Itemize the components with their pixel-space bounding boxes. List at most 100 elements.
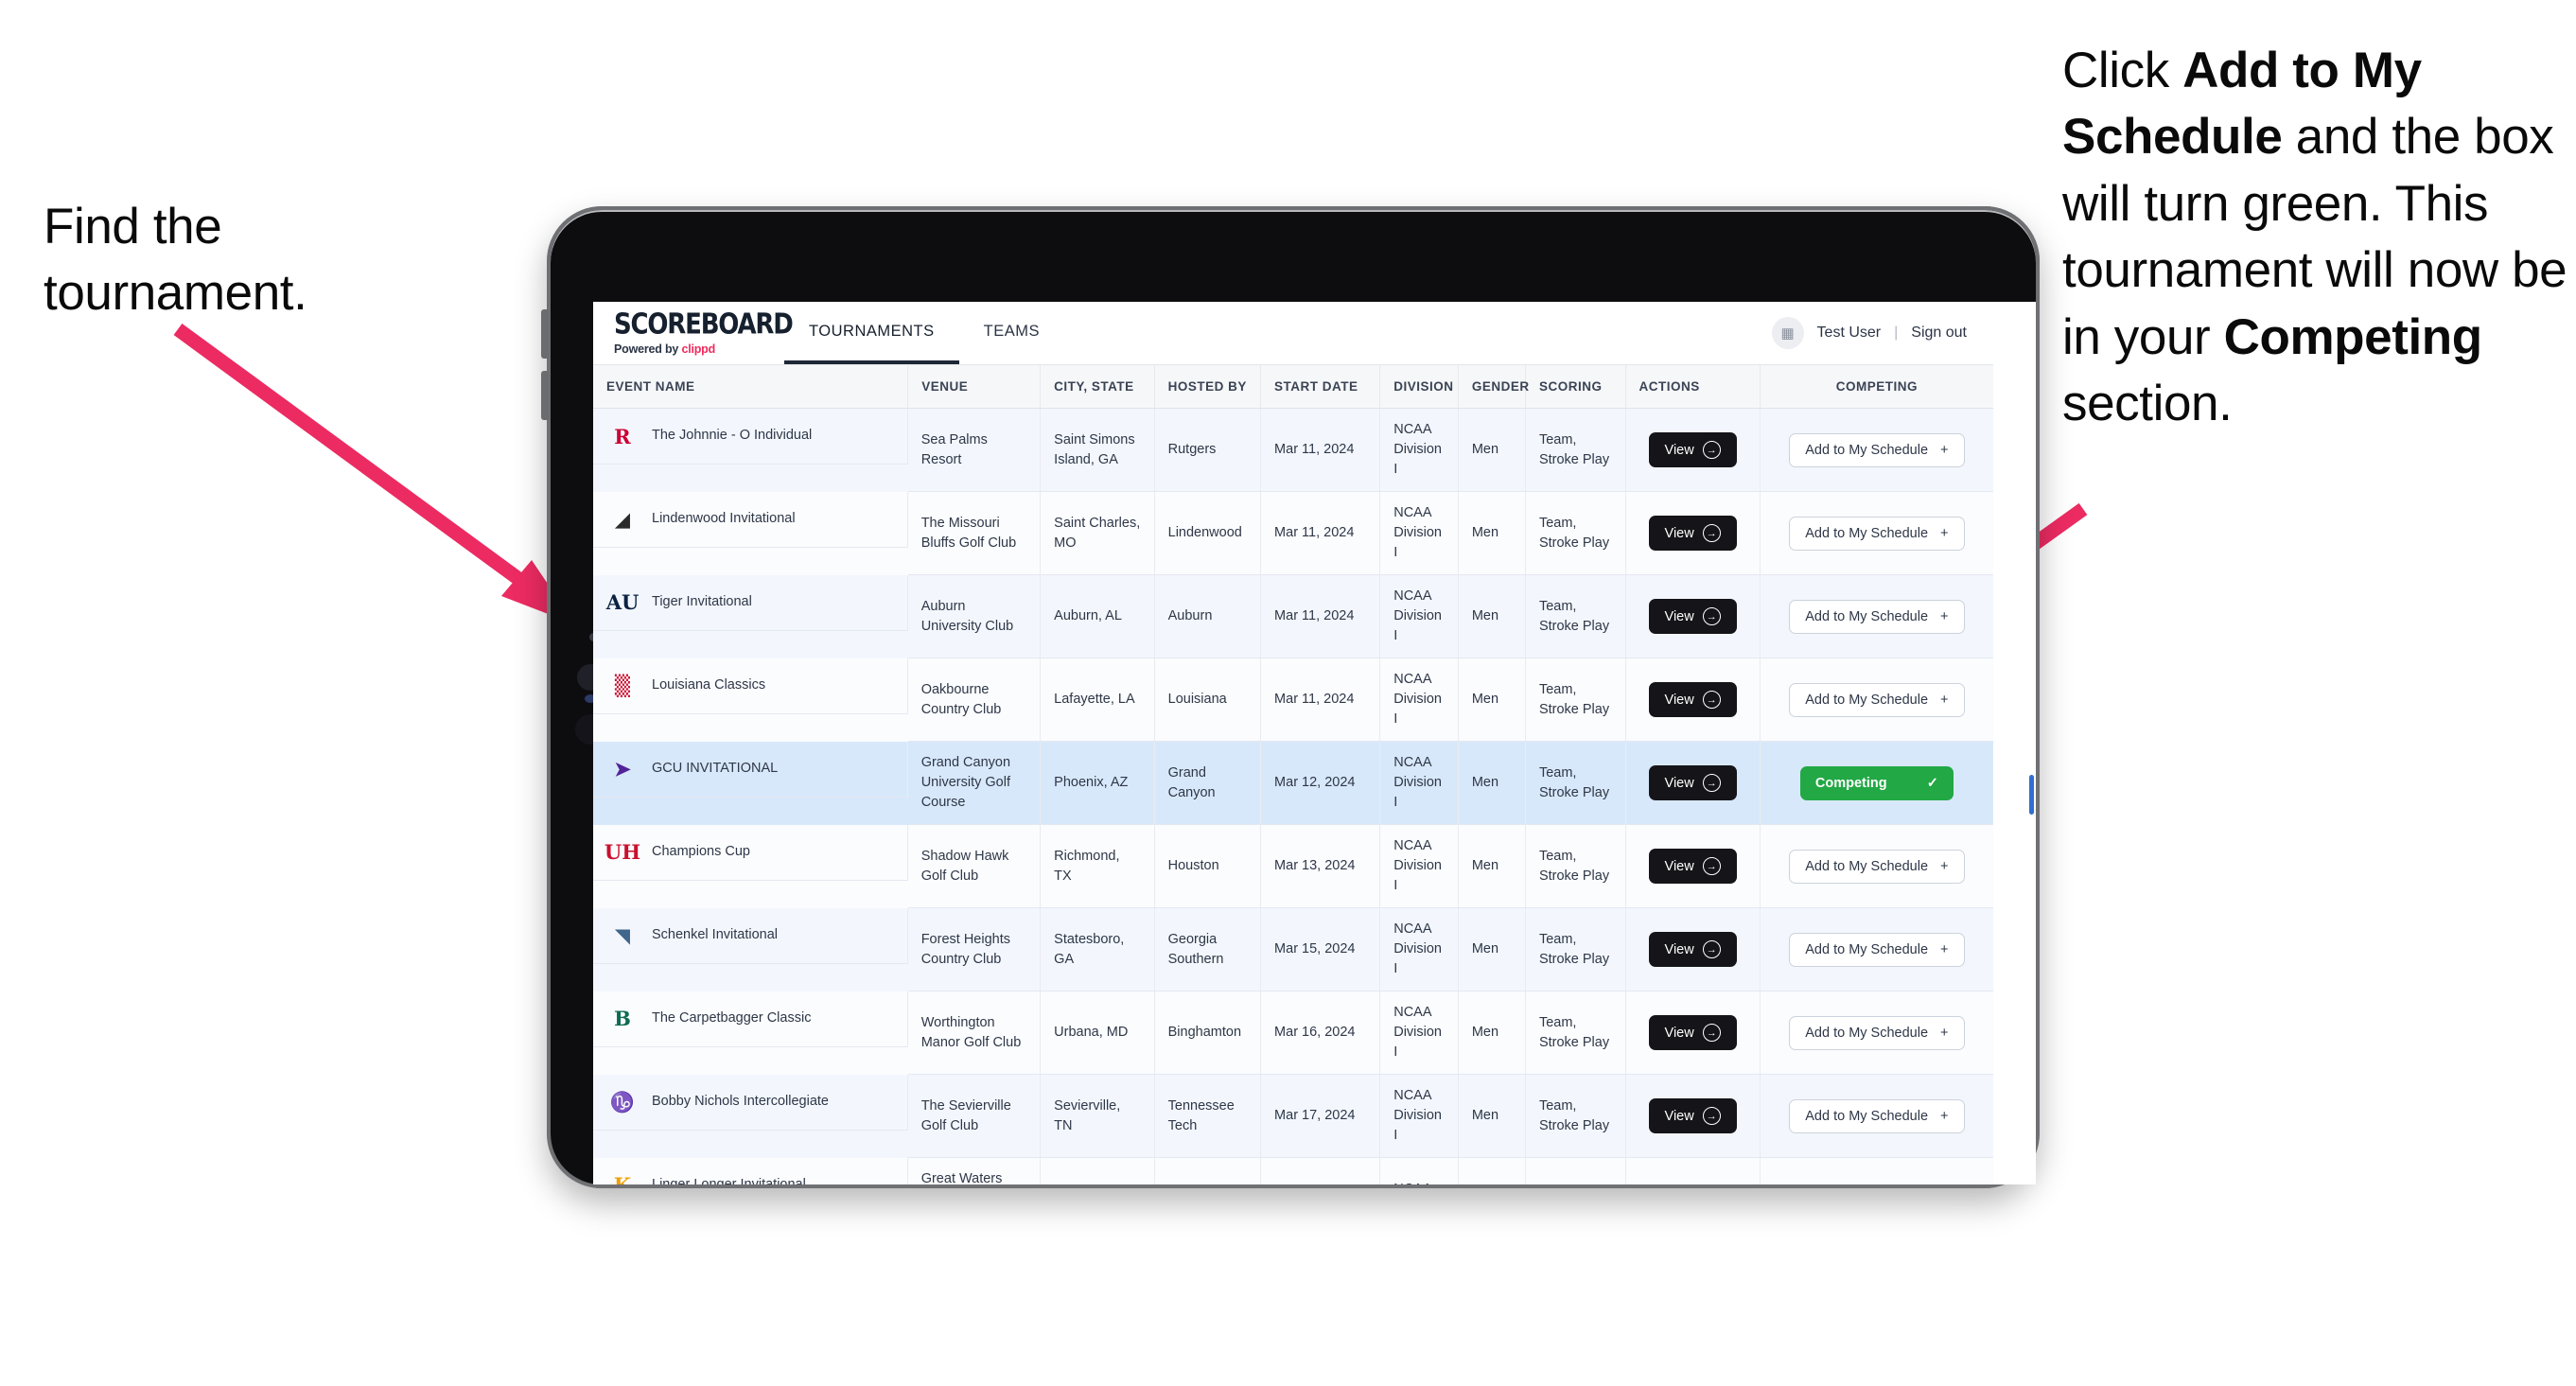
volume-up-button[interactable]: [541, 309, 550, 359]
add-to-my-schedule-button[interactable]: Add to My Schedule +: [1789, 432, 1965, 467]
team-logo-icon: AU: [605, 590, 640, 615]
table-row[interactable]: K Linger Longer Invitational Great Waters …: [593, 1157, 1993, 1184]
table-row[interactable]: ◥ Schenkel Invitational Forest Heights Cou…: [593, 907, 1993, 992]
column-header-division[interactable]: DIVISION: [1379, 365, 1459, 409]
scoreboard-app: SCOREBOARD Powered by clippd TOURNAMENTS…: [593, 302, 2034, 1184]
check-icon: ✓: [1926, 775, 1938, 791]
arrow-right-circle-icon: →: [1702, 441, 1721, 460]
column-header-city-state[interactable]: CITY, STATE: [1040, 365, 1155, 409]
view-button[interactable]: View →: [1648, 599, 1737, 635]
view-button-label: View: [1664, 608, 1694, 624]
cell-competing: Competing ✓: [1760, 741, 1993, 826]
event-name-label: Champions Cup: [652, 844, 750, 860]
view-button-label: View: [1664, 442, 1694, 458]
sign-out-link[interactable]: Sign out: [1911, 325, 1967, 342]
view-button-label: View: [1664, 1108, 1694, 1124]
cell-scoring: Team, Stroke Play: [1525, 741, 1626, 826]
cell-division: NCAA Division I: [1379, 408, 1459, 493]
competing-label: Competing: [1814, 775, 1887, 791]
table-row[interactable]: AU Tiger Invitational Auburn University Cl…: [593, 574, 1993, 659]
cell-division: NCAA Division I: [1379, 574, 1459, 659]
table-row[interactable]: ▒ Louisiana Classics Oakbourne Country Clu…: [593, 658, 1993, 743]
table-row[interactable]: ➤ GCU INVITATIONAL Grand Canyon University…: [593, 741, 1993, 826]
cell-scoring: Team, Stroke Play: [1525, 907, 1626, 992]
column-header-venue[interactable]: VENUE: [907, 365, 1042, 409]
cell-venue: Oakbourne Country Club: [907, 658, 1042, 743]
table-row[interactable]: UH Champions Cup Shadow Hawk Golf Club Rich…: [593, 824, 1993, 909]
table-row[interactable]: ◢ Lindenwood Invitational The Missouri Blu…: [593, 491, 1993, 576]
add-to-my-schedule-label: Add to My Schedule: [1805, 1108, 1929, 1124]
column-header-gender[interactable]: GENDER: [1458, 365, 1529, 409]
add-to-my-schedule-button[interactable]: Add to My Schedule +: [1789, 1015, 1965, 1050]
view-button[interactable]: View →: [1648, 1098, 1737, 1134]
column-header-event-name[interactable]: EVENT NAME: [593, 365, 909, 409]
view-button[interactable]: View →: [1648, 1015, 1737, 1051]
column-header-actions[interactable]: ACTIONS: [1625, 365, 1761, 409]
arrow-right-circle-icon: →: [1702, 940, 1721, 959]
table-row[interactable]: R The Johnnie - O Individual Sea Palms Res…: [593, 408, 1993, 493]
cell-actions: View→: [1625, 741, 1761, 826]
tab-tournaments[interactable]: TOURNAMENTS: [784, 302, 959, 364]
table-row[interactable]: B The Carpetbagger Classic Worthington Man…: [593, 991, 1993, 1076]
add-to-my-schedule-button[interactable]: Add to My Schedule +: [1789, 1098, 1965, 1133]
add-to-my-schedule-button[interactable]: Add to My Schedule +: [1789, 599, 1965, 634]
cell-division: NCAA Division I: [1379, 991, 1459, 1076]
cell-start-date: Mar 11, 2024: [1260, 491, 1381, 576]
column-header-competing[interactable]: COMPETING: [1760, 365, 1993, 409]
user-avatar-icon[interactable]: ▦: [1771, 317, 1804, 349]
vertical-scrollbar[interactable]: [2029, 775, 2034, 815]
event-name-label: Linger Longer Invitational: [652, 1175, 806, 1184]
cell-venue: Forest Heights Country Club: [907, 907, 1042, 992]
cell-start-date: Mar 11, 2024: [1260, 658, 1381, 743]
event-name-label: GCU INVITATIONAL: [652, 761, 779, 777]
view-button[interactable]: View →: [1648, 849, 1737, 885]
brand-logo[interactable]: SCOREBOARD Powered by clippd: [593, 302, 794, 364]
cell-city-state: Lafayette, LA: [1040, 658, 1155, 743]
view-button[interactable]: View →: [1648, 765, 1737, 801]
column-header-scoring[interactable]: SCORING: [1525, 365, 1626, 409]
cell-competing: Add to My Schedule +: [1760, 408, 1993, 493]
view-button[interactable]: View →: [1648, 932, 1737, 968]
cell-gender: Men: [1458, 408, 1526, 493]
plus-icon: +: [1940, 692, 1949, 708]
column-header-start-date[interactable]: START DATE: [1260, 365, 1381, 409]
add-to-my-schedule-button[interactable]: Add to My Schedule +: [1789, 932, 1965, 967]
cell-competing: Add to My Schedule +: [1760, 491, 1993, 576]
cell-venue: Great Waters Course At Reynolds Lake Oco…: [907, 1157, 1042, 1184]
cell-start-date: Mar 16, 2024: [1260, 991, 1381, 1076]
view-button-label: View: [1664, 1025, 1694, 1041]
view-button[interactable]: View →: [1648, 516, 1737, 552]
cell-event-name: ◥ Schenkel Invitational: [593, 907, 908, 964]
arrow-right-circle-icon: →: [1702, 1107, 1721, 1126]
tab-teams[interactable]: TEAMS: [959, 302, 1064, 364]
table-row[interactable]: ♑ Bobby Nichols Intercollegiate The Sevier…: [593, 1074, 1993, 1159]
view-button[interactable]: View →: [1648, 432, 1737, 468]
cell-city-state: Richmond, TX: [1040, 824, 1155, 909]
add-to-my-schedule-button[interactable]: Add to My Schedule +: [1789, 516, 1965, 551]
cell-venue: Grand Canyon University Golf Course: [907, 741, 1042, 826]
cell-city-state: Saint Simons Island, GA: [1040, 408, 1155, 493]
cell-city-state: Statesboro, GA: [1040, 907, 1155, 992]
user-name[interactable]: Test User: [1817, 325, 1882, 342]
add-to-my-schedule-label: Add to My Schedule: [1805, 608, 1929, 624]
cell-competing: Add to My Schedule +: [1760, 574, 1993, 659]
cell-division: NCAA Division I: [1379, 907, 1459, 992]
tournaments-table: EVENT NAME VENUE CITY, STATE HOSTED BY START…: [593, 365, 1993, 1184]
cell-event-name: ▒ Louisiana Classics: [593, 658, 908, 714]
add-to-my-schedule-button[interactable]: Add to My Schedule +: [1789, 849, 1965, 884]
plus-icon: +: [1940, 1025, 1949, 1041]
cell-hosted-by: Binghamton: [1154, 991, 1262, 1076]
cell-actions: View→: [1625, 1157, 1761, 1184]
cell-gender: Men: [1458, 741, 1526, 826]
column-header-hosted-by[interactable]: HOSTED BY: [1154, 365, 1262, 409]
powered-prefix: Powered by: [614, 342, 682, 356]
add-to-my-schedule-button[interactable]: Add to My Schedule +: [1789, 682, 1965, 717]
competing-badge[interactable]: Competing ✓: [1799, 765, 1954, 800]
team-logo-icon: ▒: [614, 674, 631, 698]
cell-actions: View→: [1625, 658, 1761, 743]
team-logo-icon: B: [614, 1007, 631, 1031]
cell-event-name: UH Champions Cup: [593, 824, 908, 881]
view-button[interactable]: View →: [1648, 682, 1737, 718]
cell-event-name: R The Johnnie - O Individual: [593, 409, 908, 465]
volume-down-button[interactable]: [541, 371, 550, 420]
